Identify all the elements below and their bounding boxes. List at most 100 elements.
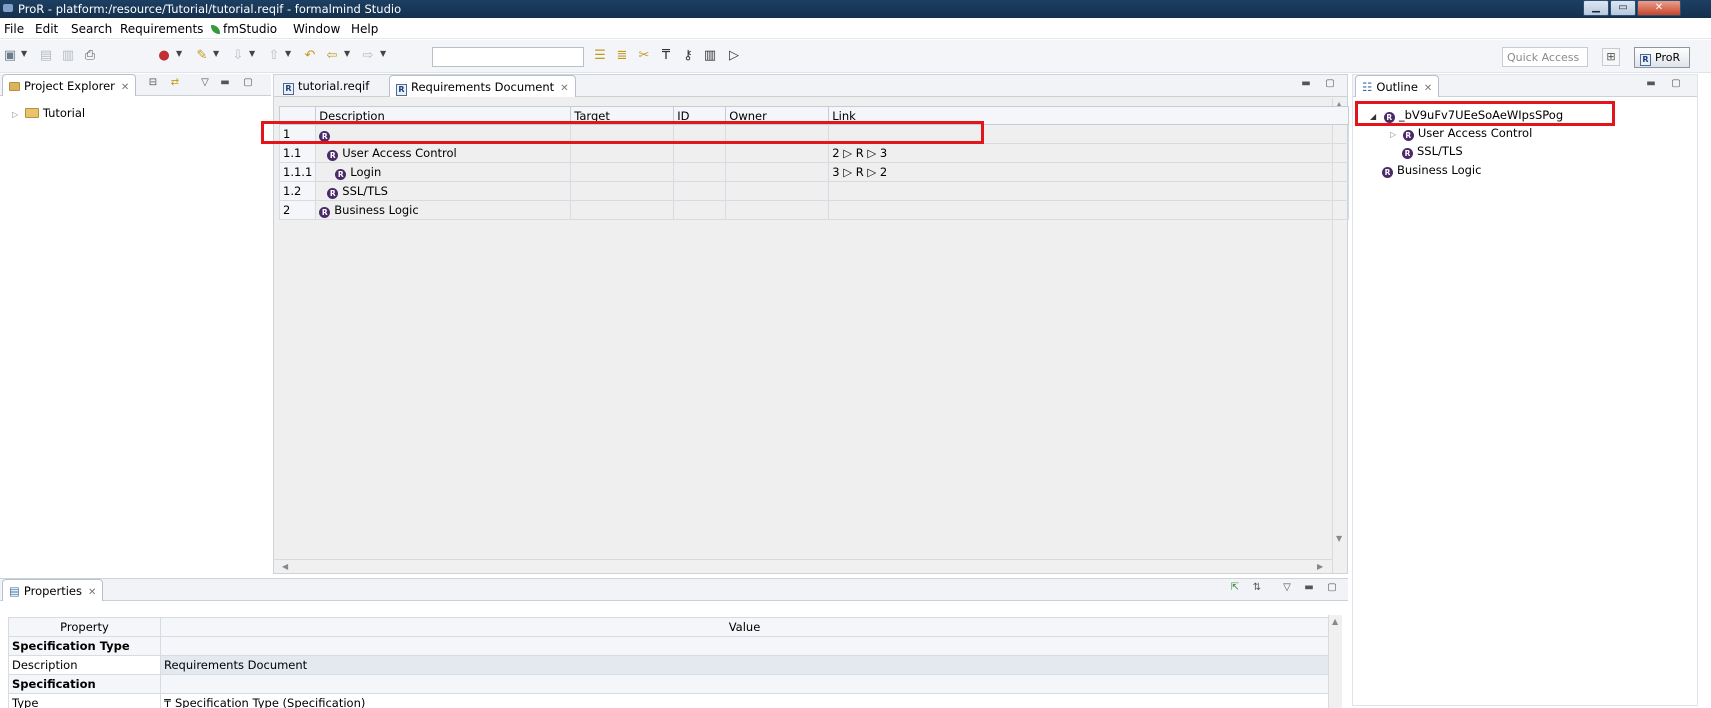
row-owner[interactable] bbox=[725, 143, 830, 163]
table-row[interactable]: Specification Type bbox=[8, 636, 1329, 656]
outline-item-user-access-control[interactable]: ▷ R User Access Control bbox=[1390, 126, 1532, 141]
columns-icon[interactable]: ▥ bbox=[702, 48, 718, 64]
filter-icon[interactable]: ≣ bbox=[614, 48, 630, 64]
table-row[interactable]: 2 R Business Logic bbox=[278, 200, 1350, 220]
link-editor-icon[interactable]: ⇄ bbox=[168, 77, 182, 88]
row-description[interactable]: R SSL/TLS bbox=[315, 181, 572, 201]
row-id[interactable] bbox=[673, 143, 727, 163]
row-link[interactable]: 3 ▷ R ▷ 2 bbox=[828, 162, 1350, 182]
close-button[interactable]: ✕ bbox=[1637, 0, 1681, 16]
print-icon[interactable]: ⎙ bbox=[82, 48, 98, 64]
collapse-all-icon[interactable]: ⊟ bbox=[146, 77, 160, 88]
run-dropdown-icon[interactable]: ▼ bbox=[176, 49, 182, 58]
export-dropdown-icon[interactable]: ▼ bbox=[285, 49, 291, 58]
pin-icon[interactable]: ⇱ bbox=[1228, 582, 1242, 593]
table-row[interactable]: 1.1 R User Access Control 2 ▷ R ▷ 3 bbox=[278, 143, 1350, 163]
maximize-button[interactable]: ▭ bbox=[1610, 0, 1636, 16]
menu-edit[interactable]: Edit bbox=[35, 22, 58, 36]
maximize-view-icon[interactable]: ▢ bbox=[241, 77, 255, 88]
row-link[interactable] bbox=[828, 181, 1350, 201]
scroll-left-icon[interactable]: ◀ bbox=[282, 562, 288, 571]
save-icon[interactable]: ▤ bbox=[38, 48, 54, 64]
expand-icon[interactable]: ▷ bbox=[12, 110, 18, 119]
menu-help[interactable]: Help bbox=[351, 22, 378, 36]
export-icon[interactable]: ⇧ bbox=[266, 48, 282, 64]
import-icon[interactable]: ⇩ bbox=[230, 48, 246, 64]
table-row[interactable]: Type ₸ Specification Type (Specification) bbox=[8, 693, 1329, 708]
close-icon[interactable]: ✕ bbox=[121, 82, 129, 93]
back-icon[interactable]: ⇦ bbox=[324, 48, 340, 64]
import-dropdown-icon[interactable]: ▼ bbox=[249, 49, 255, 58]
pen-dropdown-icon[interactable]: ▼ bbox=[213, 49, 219, 58]
row-target[interactable] bbox=[570, 200, 675, 220]
forward-icon[interactable]: ⇨ bbox=[360, 48, 376, 64]
menu-file[interactable]: File bbox=[4, 22, 24, 36]
close-icon[interactable]: ✕ bbox=[1424, 83, 1432, 94]
row-owner[interactable] bbox=[725, 162, 830, 182]
minimize-button[interactable]: ▁ bbox=[1583, 0, 1609, 16]
editor-horizontal-scrollbar[interactable]: ◀ ▶ bbox=[274, 559, 1332, 573]
sort-icon[interactable]: ☰ bbox=[592, 48, 608, 64]
filter-properties-icon[interactable]: ⇅ bbox=[1250, 582, 1264, 593]
menu-search[interactable]: Search bbox=[71, 22, 112, 36]
tab-properties[interactable]: ▤ Properties ✕ bbox=[2, 579, 104, 601]
row-id[interactable] bbox=[673, 181, 727, 201]
pror-perspective-button[interactable]: R ProR bbox=[1634, 47, 1690, 68]
view-menu-icon[interactable]: ▽ bbox=[1280, 582, 1294, 593]
forward-dropdown-icon[interactable]: ▼ bbox=[380, 49, 386, 58]
expand-icon[interactable]: ▷ bbox=[1390, 130, 1396, 139]
table-row[interactable]: Description Requirements Document bbox=[8, 655, 1329, 675]
back-dropdown-icon[interactable]: ▼ bbox=[344, 49, 350, 58]
outline-item-ssl-tls[interactable]: R SSL/TLS bbox=[1402, 144, 1463, 159]
table-row[interactable]: Specification bbox=[8, 674, 1329, 694]
close-icon[interactable]: ✕ bbox=[88, 587, 96, 598]
unlink-icon[interactable]: ⚷ bbox=[680, 48, 696, 64]
new-dropdown-icon[interactable]: ▼ bbox=[21, 49, 27, 58]
minimize-properties-icon[interactable]: ▬ bbox=[1302, 582, 1316, 593]
menu-window[interactable]: Window bbox=[293, 22, 340, 36]
prev-edit-icon[interactable]: ↶ bbox=[302, 48, 318, 64]
row-target[interactable] bbox=[570, 162, 675, 182]
pen-icon[interactable]: ✎ bbox=[194, 48, 210, 64]
table-row[interactable]: 1.2 R SSL/TLS bbox=[278, 181, 1350, 201]
quick-access-field[interactable]: Quick Access bbox=[1502, 47, 1588, 67]
row-owner[interactable] bbox=[725, 181, 830, 201]
table-row[interactable]: 1.1.1 R Login 3 ▷ R ▷ 2 bbox=[278, 162, 1350, 182]
scroll-right-icon[interactable]: ▶ bbox=[1317, 562, 1323, 571]
tab-outline[interactable]: ☷ Outline ✕ bbox=[1355, 75, 1440, 97]
row-target[interactable] bbox=[570, 181, 675, 201]
format-icon[interactable]: ₸ bbox=[658, 48, 674, 64]
maximize-properties-icon[interactable]: ▢ bbox=[1325, 582, 1339, 593]
row-description[interactable]: R Business Logic bbox=[315, 200, 572, 220]
new-icon[interactable]: ▣ bbox=[2, 48, 18, 64]
row-link[interactable] bbox=[828, 200, 1350, 220]
property-value[interactable]: Requirements Document bbox=[160, 655, 1329, 675]
row-target[interactable] bbox=[570, 143, 675, 163]
column-header-value[interactable]: Value bbox=[160, 617, 1329, 637]
view-menu-icon[interactable]: ▽ bbox=[198, 77, 212, 88]
outline-item-business-logic[interactable]: R Business Logic bbox=[1382, 163, 1481, 178]
row-description[interactable]: R User Access Control bbox=[315, 143, 572, 163]
column-header-property[interactable]: Property bbox=[8, 617, 161, 637]
scissors-icon[interactable]: ✂ bbox=[636, 48, 652, 64]
minimize-view-icon[interactable]: ▬ bbox=[218, 77, 232, 88]
close-icon[interactable]: ✕ bbox=[560, 83, 568, 94]
scroll-up-icon[interactable]: ▲ bbox=[1332, 617, 1338, 626]
tab-project-explorer[interactable]: Project Explorer ✕ bbox=[2, 74, 137, 96]
menu-fmstudio[interactable]: fmStudio bbox=[211, 22, 277, 36]
row-id[interactable] bbox=[673, 162, 727, 182]
minimize-outline-icon[interactable]: ▬ bbox=[1644, 78, 1658, 89]
menu-requirements[interactable]: Requirements bbox=[120, 22, 203, 36]
maximize-editor-icon[interactable]: ▢ bbox=[1323, 78, 1337, 89]
scroll-down-icon[interactable]: ▼ bbox=[1336, 534, 1342, 543]
tab-requirements-document[interactable]: R Requirements Document ✕ bbox=[389, 75, 576, 97]
minimize-editor-icon[interactable]: ▬ bbox=[1299, 78, 1313, 89]
tab-tutorial-reqif[interactable]: Rtutorial.reqif bbox=[277, 75, 375, 97]
properties-vertical-scrollbar[interactable]: ▲ bbox=[1328, 615, 1342, 708]
row-id[interactable] bbox=[673, 200, 727, 220]
property-value[interactable]: ₸ Specification Type (Specification) bbox=[160, 693, 1329, 708]
row-description[interactable]: R Login bbox=[315, 162, 572, 182]
maximize-outline-icon[interactable]: ▢ bbox=[1669, 78, 1683, 89]
play-icon[interactable]: ▷ bbox=[726, 48, 742, 64]
toolbar-search-input[interactable] bbox=[432, 47, 584, 67]
